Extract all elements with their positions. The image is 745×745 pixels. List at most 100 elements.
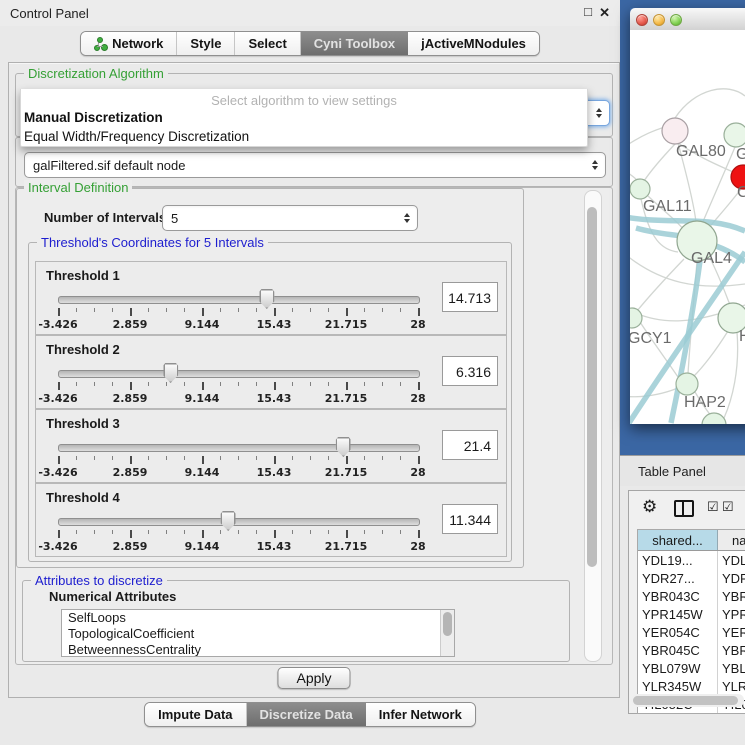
network-canvas[interactable]: GAL80GACGAL11GAL4GCY1HHAP2 [630,30,745,424]
scrollbar-thumb[interactable] [587,207,597,567]
slider-handle[interactable] [163,363,178,383]
slider-tick-label: 2.859 [113,540,148,553]
threshold-slider[interactable]: -3.4262.8599.14415.4321.71528 [50,290,430,332]
columns-icon[interactable] [674,500,694,517]
checkbox-icon[interactable]: ☑ [707,499,719,515]
combo-spinner-icon [404,213,410,223]
number-of-intervals-combobox[interactable]: 5 [162,205,418,231]
table-row[interactable]: YDL19...YDL1 [638,551,745,569]
tab-impute-data[interactable]: Impute Data [145,703,246,726]
table-cell[interactable]: YLR3 [718,677,745,695]
network-edge[interactable] [724,332,738,418]
list-item[interactable]: BetweennessCentrality [62,642,454,657]
list-scrollbar[interactable] [440,610,454,656]
slider-tick [292,308,293,312]
tab-infer-network[interactable]: Infer Network [366,703,475,726]
network-node-label: HAP2 [684,394,726,411]
table-cell[interactable]: YBR043C [638,587,718,605]
scrollbar-thumb[interactable] [633,696,738,705]
network-window-titlebar[interactable] [630,8,745,31]
table-cell[interactable]: YBR0 [718,641,745,659]
table-cell[interactable]: YLR345W [638,677,718,695]
slider-track[interactable] [58,296,420,304]
slider-track[interactable] [58,518,420,526]
table-cell[interactable]: YBL079W [638,659,718,677]
close-traffic-light-icon[interactable] [636,14,648,26]
table-data-combobox[interactable]: galFiltered.sif default node [24,152,606,178]
slider-tick-labels: -3.4262.8599.14415.4321.71528 [58,392,418,404]
table-cell[interactable]: YBR045C [638,641,718,659]
network-node-label: GCY1 [630,330,672,347]
tab-jactivemnodules[interactable]: jActiveMNodules [408,32,539,55]
threshold-value-field[interactable]: 11.344 [442,504,498,534]
table-panel-toolbar: ⚙ ☑ ☑ [629,491,745,527]
float-window-icon[interactable]: □ [584,4,592,19]
network-edge[interactable] [694,331,728,376]
minimize-traffic-light-icon[interactable] [653,14,665,26]
list-item[interactable]: SelfLoops [62,610,454,626]
network-node[interactable] [630,179,650,199]
threshold-slider[interactable]: -3.4262.8599.14415.4321.71528 [50,364,430,406]
table-cell[interactable]: YDR2 [718,569,745,587]
table-cell[interactable]: YER054C [638,623,718,641]
table-cell[interactable]: YPR1 [718,605,745,623]
list-item[interactable]: TopologicalCoefficient [62,626,454,642]
table-row[interactable]: YLR345WYLR3 [638,677,745,695]
algorithm-option-equal-width[interactable]: Equal Width/Frequency Discretization [21,127,587,146]
threshold-value-field[interactable]: 6.316 [442,356,498,386]
threshold-slider[interactable]: -3.4262.8599.14415.4321.71528 [50,438,430,480]
table-row[interactable]: YDR27...YDR2 [638,569,745,587]
slider-handle[interactable] [336,437,351,457]
slider-handle[interactable] [259,289,274,309]
slider-tick-label: 9.144 [185,540,220,553]
table-cell[interactable]: YDR27... [638,569,718,587]
slider-tick-label: 2.859 [113,466,148,479]
network-node[interactable] [676,373,698,395]
table-cell[interactable]: YDL19... [638,551,718,569]
zoom-traffic-light-icon[interactable] [670,14,682,26]
numerical-attributes-list[interactable]: SelfLoops TopologicalCoefficient Between… [61,609,455,657]
network-view-window[interactable]: GAL80GACGAL11GAL4GCY1HHAP2 [630,8,745,424]
table-row[interactable]: YBL079WYBL0 [638,659,745,677]
network-node[interactable] [702,413,726,424]
column-header-shared-name[interactable]: shared... [638,530,718,550]
slider-handle[interactable] [221,511,236,531]
table-row[interactable]: YBR043CYBR0 [638,587,745,605]
tab-style[interactable]: Style [177,32,235,55]
interval-definition-group: Interval Definition Number of Intervals … [16,188,524,568]
threshold-slider[interactable]: -3.4262.8599.14415.4321.71528 [50,512,430,554]
threshold-value-field[interactable]: 21.4 [442,430,498,460]
table-cell[interactable]: YDL1 [718,551,745,569]
network-node[interactable] [724,123,745,147]
slider-track[interactable] [58,370,420,378]
network-edge[interactable] [675,89,745,118]
close-icon[interactable]: ✕ [599,5,610,21]
table-horizontal-scrollbar[interactable] [631,694,744,707]
tab-label: Impute Data [158,707,232,722]
table-cell[interactable]: YBL0 [718,659,745,677]
column-header-name[interactable]: na [718,530,745,550]
tab-select[interactable]: Select [235,32,300,55]
table-cell[interactable]: YBR0 [718,587,745,605]
scrollbar-thumb[interactable] [443,612,452,636]
slider-ticks [58,308,418,317]
table-row[interactable]: YER054CYER0 [638,623,745,641]
settings-scrollbar[interactable] [584,190,602,662]
gear-icon[interactable]: ⚙ [642,497,657,517]
network-node[interactable] [630,308,642,328]
table-row[interactable]: YPR145WYPR1 [638,605,745,623]
table-cell[interactable]: YER0 [718,623,745,641]
algorithm-option-manual[interactable]: Manual Discretization [21,108,587,127]
table-cell[interactable]: YPR145W [638,605,718,623]
network-node[interactable] [662,118,688,144]
threshold-value-field[interactable]: 14.713 [442,282,498,312]
tab-cyni-toolbox[interactable]: Cyni Toolbox [301,32,408,55]
network-edge[interactable] [644,144,675,181]
table-row[interactable]: YBR045CYBR0 [638,641,745,659]
tab-discretize-data[interactable]: Discretize Data [247,703,366,726]
checkbox-icon[interactable]: ☑ [722,499,734,515]
control-panel-titlebar: Control Panel □ ✕ [0,0,620,26]
slider-track[interactable] [58,444,420,452]
tab-network[interactable]: Network [81,32,177,55]
apply-button[interactable]: Apply [277,667,350,689]
